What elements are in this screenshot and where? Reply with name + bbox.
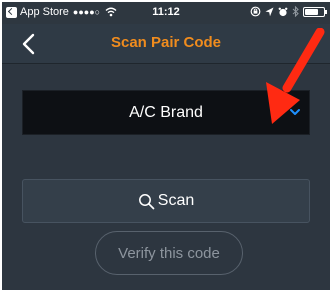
chevron-down-icon[interactable] bbox=[289, 108, 301, 116]
location-icon bbox=[265, 7, 274, 16]
main-content: A/C Brand Scan Verify this code bbox=[2, 65, 330, 290]
battery-icon bbox=[303, 6, 327, 17]
verify-code-label: Verify this code bbox=[118, 244, 220, 262]
bluetooth-icon bbox=[292, 6, 299, 17]
scan-button-label: Scan bbox=[157, 192, 195, 209]
search-icon bbox=[138, 193, 155, 209]
status-right bbox=[250, 6, 327, 17]
brand-dropdown[interactable]: A/C Brand bbox=[22, 90, 310, 135]
status-bar: App Store ●●●●○ 11:12 bbox=[2, 2, 330, 24]
page-title: Scan Pair Code bbox=[110, 34, 222, 51]
alarm-icon bbox=[278, 7, 288, 16]
verify-code-button[interactable]: Verify this code bbox=[95, 231, 243, 275]
orientation-lock-icon bbox=[250, 6, 261, 17]
brand-dropdown-value: A/C Brand bbox=[129, 104, 203, 121]
navigation-bar: Scan Pair Code bbox=[2, 24, 330, 64]
scan-button[interactable]: Scan bbox=[22, 179, 310, 223]
app-screen: App Store ●●●●○ 11:12 Scan Pair Code A/C… bbox=[2, 2, 330, 290]
